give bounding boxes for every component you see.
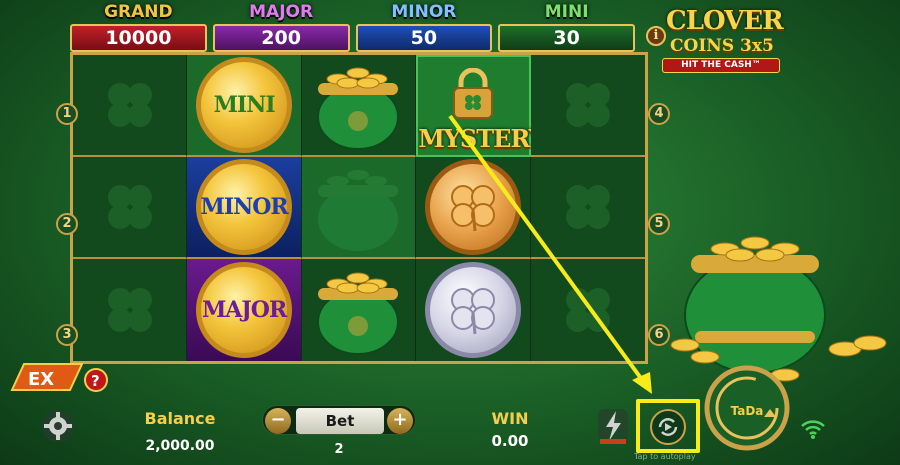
reel-cell: [530, 157, 645, 259]
silver-clover-coin-icon: [424, 262, 521, 358]
bet-value: 2: [334, 442, 344, 457]
spin-button-label: TaDa: [730, 404, 764, 418]
autoplay-button[interactable]: [636, 399, 700, 453]
clover-icon: [565, 288, 610, 332]
coin-label-major: MAJOR: [201, 297, 287, 323]
reel-grid: MINI MYSTERY MINOR MAJOR: [73, 55, 645, 361]
jackpot-minor-name: MINOR: [391, 2, 457, 22]
jackpot-major-name: MAJOR: [249, 2, 314, 22]
payline-marker: 2: [56, 213, 78, 235]
reel-cell: MYSTERY: [416, 55, 546, 157]
bet-control: − Bet +: [262, 405, 416, 435]
jackpot-minor-value: 50: [355, 24, 493, 52]
minor-coin-icon: MINOR: [196, 159, 293, 255]
info-button[interactable]: i: [646, 26, 666, 46]
bet-increase-button[interactable]: +: [387, 408, 413, 434]
reel-cell: [416, 157, 531, 259]
coin-label-minor: MINOR: [200, 194, 289, 220]
bet-decrease-button[interactable]: −: [265, 408, 291, 434]
autoplay-hint: Tap to autoplay: [634, 452, 696, 461]
wifi-icon: [801, 420, 825, 439]
major-coin-icon: MAJOR: [196, 262, 293, 358]
reel-cell: MINOR: [187, 157, 302, 259]
jackpot-mini-value: 30: [498, 24, 635, 52]
payline-marker: 4: [648, 103, 670, 125]
clover-icon: [107, 185, 152, 229]
clover-icon: [107, 288, 152, 332]
jackpot-minor: MINOR 50: [355, 2, 493, 54]
jackpot-grand: GRAND 10000: [70, 2, 207, 54]
reel-cell: [73, 157, 188, 259]
jackpot-grand-name: GRAND: [104, 2, 173, 22]
payline-marker: 1: [56, 103, 78, 125]
balance-value: 2,000.00: [145, 438, 215, 454]
win-label: WIN: [491, 409, 529, 428]
autoplay-icon: [650, 409, 686, 445]
reel-cell: [530, 55, 645, 157]
balance-label: Balance: [144, 409, 216, 428]
clover-icon: [107, 83, 152, 127]
jackpot-grand-value: 10000: [70, 24, 207, 52]
reel-cell: [73, 55, 188, 157]
gear-icon[interactable]: [40, 408, 76, 444]
mini-coin-icon: MINI: [196, 57, 293, 153]
pot-of-gold-icon: [317, 67, 400, 150]
logo-subtitle: COINS 3x5: [670, 36, 774, 56]
lock-icon: [453, 68, 494, 120]
ex-badge-label: EX: [28, 369, 54, 390]
jackpot-major: MAJOR 200: [212, 2, 350, 54]
coin-label-mini: MINI: [213, 92, 276, 118]
logo-title: CLOVER: [666, 6, 784, 36]
jackpot-mini: MINI 30: [498, 2, 635, 54]
pot-of-gold-icon: [318, 170, 399, 251]
reel-cell: [301, 259, 417, 361]
pot-of-gold-icon: [317, 272, 400, 355]
reel-cell: [530, 259, 645, 361]
extra-bet-badge[interactable]: EX ?: [8, 360, 108, 396]
gold-clover-coin-icon: [424, 159, 521, 255]
reel-grid-frame: MINI MYSTERY MINOR MAJOR: [70, 52, 648, 364]
mystery-label: MYSTERY: [418, 124, 546, 153]
clover-icon: [450, 185, 495, 232]
jackpot-bar: GRAND 10000 MAJOR 200 MINOR 50 MINI 30: [70, 2, 635, 54]
lightning-icon[interactable]: [596, 405, 630, 445]
reel-cell: MINI: [187, 55, 302, 157]
help-icon[interactable]: ?: [91, 372, 100, 390]
pot-of-gold-icon: [670, 236, 887, 382]
reel-cell: [301, 157, 417, 259]
clover-icon: [565, 185, 610, 229]
payline-marker: 3: [56, 324, 78, 346]
reel-cell: MAJOR: [187, 259, 302, 361]
reel-cell: [301, 55, 417, 157]
game-logo: i CLOVER COINS 3x5 HIT THE CASH™: [646, 4, 796, 74]
jackpot-mini-name: MINI: [544, 2, 589, 22]
bet-label[interactable]: Bet: [296, 408, 384, 434]
logo-tagline: HIT THE CASH™: [662, 58, 780, 73]
win-value: 0.00: [491, 432, 529, 450]
jackpot-major-value: 200: [212, 24, 350, 52]
clover-icon: [450, 288, 495, 335]
clover-icon: [565, 83, 610, 127]
reel-cell: [73, 259, 188, 361]
reel-cell: [416, 259, 531, 361]
